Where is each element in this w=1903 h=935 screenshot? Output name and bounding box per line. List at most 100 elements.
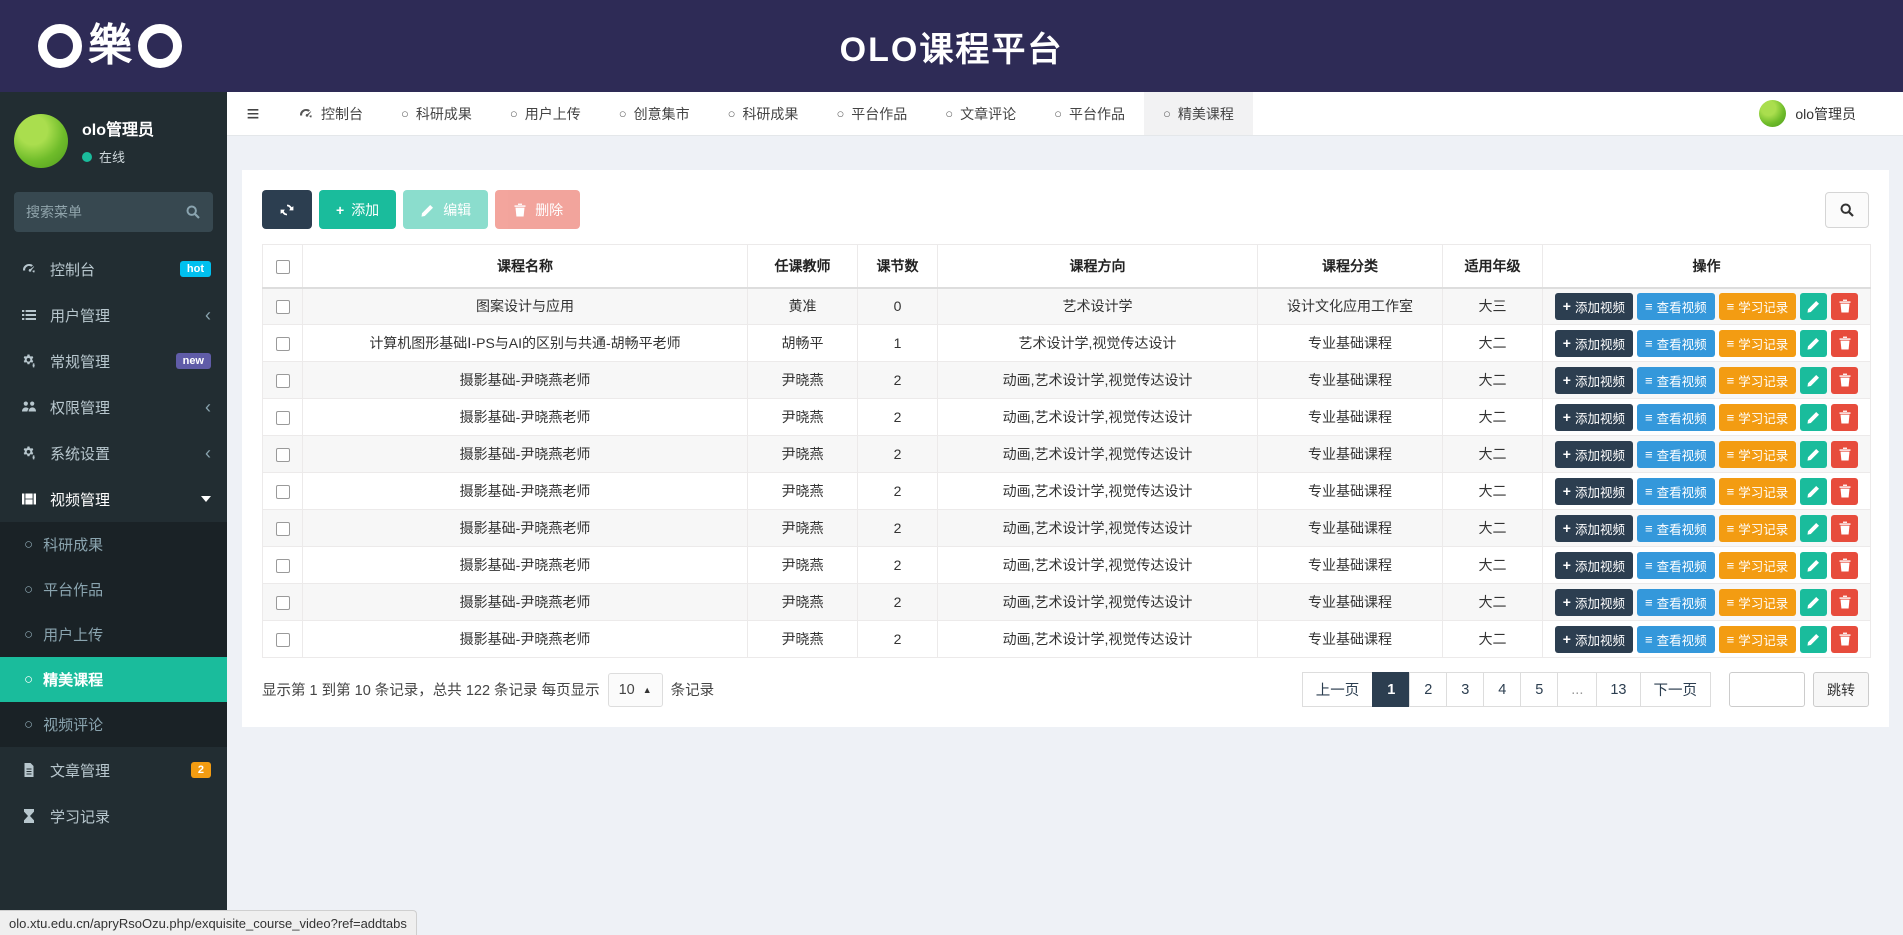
row-delete-button[interactable] xyxy=(1831,403,1859,431)
view-video-button[interactable]: ≡ 查看视频 xyxy=(1636,403,1715,431)
row-edit-button[interactable] xyxy=(1800,477,1828,505)
sidebar-item-article-management[interactable]: 文章管理 2 xyxy=(0,747,227,793)
page-button-3[interactable]: 3 xyxy=(1446,672,1485,707)
row-delete-button[interactable] xyxy=(1831,477,1859,505)
view-video-button[interactable]: ≡ 查看视频 xyxy=(1636,588,1715,616)
page-button-4[interactable]: 4 xyxy=(1483,672,1522,707)
sidebar-item-console[interactable]: 控制台 hot xyxy=(0,246,227,292)
column-header[interactable]: 课程分类 xyxy=(1257,244,1443,289)
search-icon[interactable] xyxy=(185,204,201,220)
edit-button[interactable]: 编辑 xyxy=(403,190,489,229)
tab-platform-works-1[interactable]: ○ 平台作品 xyxy=(817,92,926,135)
study-record-button[interactable]: ≡ 学习记录 xyxy=(1718,403,1797,431)
row-delete-button[interactable] xyxy=(1831,292,1859,320)
add-video-button[interactable]: + 添加视频 xyxy=(1554,588,1633,616)
column-header[interactable]: 适用年级 xyxy=(1442,244,1543,289)
row-delete-button[interactable] xyxy=(1831,625,1859,653)
row-checkbox[interactable] xyxy=(275,485,290,500)
tab-creative-market[interactable]: ○ 创意集市 xyxy=(600,92,709,135)
view-video-button[interactable]: ≡ 查看视频 xyxy=(1636,625,1715,653)
row-checkbox[interactable] xyxy=(275,374,290,389)
delete-button[interactable]: 删除 xyxy=(495,190,581,229)
view-video-button[interactable]: ≡ 查看视频 xyxy=(1636,292,1715,320)
add-video-button[interactable]: + 添加视频 xyxy=(1554,551,1633,579)
row-edit-button[interactable] xyxy=(1800,440,1828,468)
row-delete-button[interactable] xyxy=(1831,588,1859,616)
jump-page-input[interactable] xyxy=(1729,672,1805,707)
study-record-button[interactable]: ≡ 学习记录 xyxy=(1718,514,1797,542)
column-header[interactable]: 操作 xyxy=(1542,244,1871,289)
study-record-button[interactable]: ≡ 学习记录 xyxy=(1718,366,1797,394)
row-delete-button[interactable] xyxy=(1831,514,1859,542)
refresh-button[interactable] xyxy=(262,190,312,229)
sidebar-toggle-icon[interactable]: ≡ xyxy=(227,92,279,135)
column-header[interactable]: 课节数 xyxy=(857,244,938,289)
jump-button[interactable]: 跳转 xyxy=(1813,672,1869,707)
column-header[interactable]: 课程名称 xyxy=(302,244,748,289)
sidebar-item-user-uploads[interactable]: ○ 用户上传 xyxy=(0,612,227,657)
sidebar-item-general-management[interactable]: 常规管理 new xyxy=(0,338,227,384)
sidebar-item-research-achievements[interactable]: ○ 科研成果 xyxy=(0,522,227,567)
prev-page-button[interactable]: 上一页 xyxy=(1301,672,1374,707)
row-edit-button[interactable] xyxy=(1800,514,1828,542)
row-checkbox[interactable] xyxy=(275,596,290,611)
row-edit-button[interactable] xyxy=(1800,329,1828,357)
study-record-button[interactable]: ≡ 学习记录 xyxy=(1718,625,1797,653)
page-button-5[interactable]: 5 xyxy=(1520,672,1559,707)
row-delete-button[interactable] xyxy=(1831,551,1859,579)
study-record-button[interactable]: ≡ 学习记录 xyxy=(1718,292,1797,320)
study-record-button[interactable]: ≡ 学习记录 xyxy=(1718,440,1797,468)
view-video-button[interactable]: ≡ 查看视频 xyxy=(1636,329,1715,357)
sidebar-item-video-comments[interactable]: ○ 视频评论 xyxy=(0,702,227,747)
next-page-button[interactable]: 下一页 xyxy=(1639,672,1711,707)
row-edit-button[interactable] xyxy=(1800,551,1828,579)
sidebar-item-video-management[interactable]: 视频管理 xyxy=(0,476,227,522)
add-button[interactable]: + 添加 xyxy=(319,190,397,229)
row-checkbox[interactable] xyxy=(275,411,290,426)
sidebar-item-platform-works[interactable]: ○ 平台作品 xyxy=(0,567,227,612)
study-record-button[interactable]: ≡ 学习记录 xyxy=(1718,477,1797,505)
row-edit-button[interactable] xyxy=(1800,403,1828,431)
row-checkbox[interactable] xyxy=(275,448,290,463)
select-all-checkbox[interactable] xyxy=(275,259,290,274)
tab-exquisite-courses[interactable]: ○ 精美课程 xyxy=(1144,92,1253,135)
row-checkbox[interactable] xyxy=(275,522,290,537)
row-delete-button[interactable] xyxy=(1831,366,1859,394)
view-video-button[interactable]: ≡ 查看视频 xyxy=(1636,514,1715,542)
sidebar-search-input[interactable]: 搜索菜单 xyxy=(14,192,213,232)
row-checkbox[interactable] xyxy=(275,559,290,574)
view-video-button[interactable]: ≡ 查看视频 xyxy=(1636,366,1715,394)
tab-console[interactable]: 控制台 xyxy=(279,92,382,135)
row-delete-button[interactable] xyxy=(1831,440,1859,468)
row-delete-button[interactable] xyxy=(1831,329,1859,357)
column-header[interactable]: 任课教师 xyxy=(747,244,858,289)
study-record-button[interactable]: ≡ 学习记录 xyxy=(1718,551,1797,579)
sidebar-item-exquisite-courses[interactable]: ○ 精美课程 xyxy=(0,657,227,702)
tab-research-achievements-1[interactable]: ○ 科研成果 xyxy=(382,92,491,135)
row-checkbox[interactable] xyxy=(275,337,290,352)
avatar[interactable] xyxy=(14,114,68,168)
sidebar-item-permission-management[interactable]: 权限管理 ‹ xyxy=(0,384,227,430)
view-video-button[interactable]: ≡ 查看视频 xyxy=(1636,551,1715,579)
sidebar-item-system-settings[interactable]: 系统设置 ‹ xyxy=(0,430,227,476)
topbar-user[interactable]: olo管理员 xyxy=(1745,100,1870,127)
page-button-2[interactable]: 2 xyxy=(1409,672,1448,707)
page-size-select[interactable]: 10 ▲ xyxy=(607,672,663,707)
row-checkbox[interactable] xyxy=(275,633,290,648)
view-video-button[interactable]: ≡ 查看视频 xyxy=(1636,440,1715,468)
tab-research-achievements-2[interactable]: ○ 科研成果 xyxy=(709,92,818,135)
study-record-button[interactable]: ≡ 学习记录 xyxy=(1718,588,1797,616)
row-edit-button[interactable] xyxy=(1800,588,1828,616)
row-edit-button[interactable] xyxy=(1800,625,1828,653)
row-checkbox[interactable] xyxy=(275,300,290,315)
add-video-button[interactable]: + 添加视频 xyxy=(1554,366,1633,394)
view-video-button[interactable]: ≡ 查看视频 xyxy=(1636,477,1715,505)
study-record-button[interactable]: ≡ 学习记录 xyxy=(1718,329,1797,357)
add-video-button[interactable]: + 添加视频 xyxy=(1554,477,1633,505)
add-video-button[interactable]: + 添加视频 xyxy=(1554,514,1633,542)
add-video-button[interactable]: + 添加视频 xyxy=(1554,329,1633,357)
sidebar-item-user-management[interactable]: 用户管理 ‹ xyxy=(0,292,227,338)
page-button-1[interactable]: 1 xyxy=(1372,672,1411,707)
row-edit-button[interactable] xyxy=(1800,292,1828,320)
tab-article-comments[interactable]: ○ 文章评论 xyxy=(926,92,1035,135)
